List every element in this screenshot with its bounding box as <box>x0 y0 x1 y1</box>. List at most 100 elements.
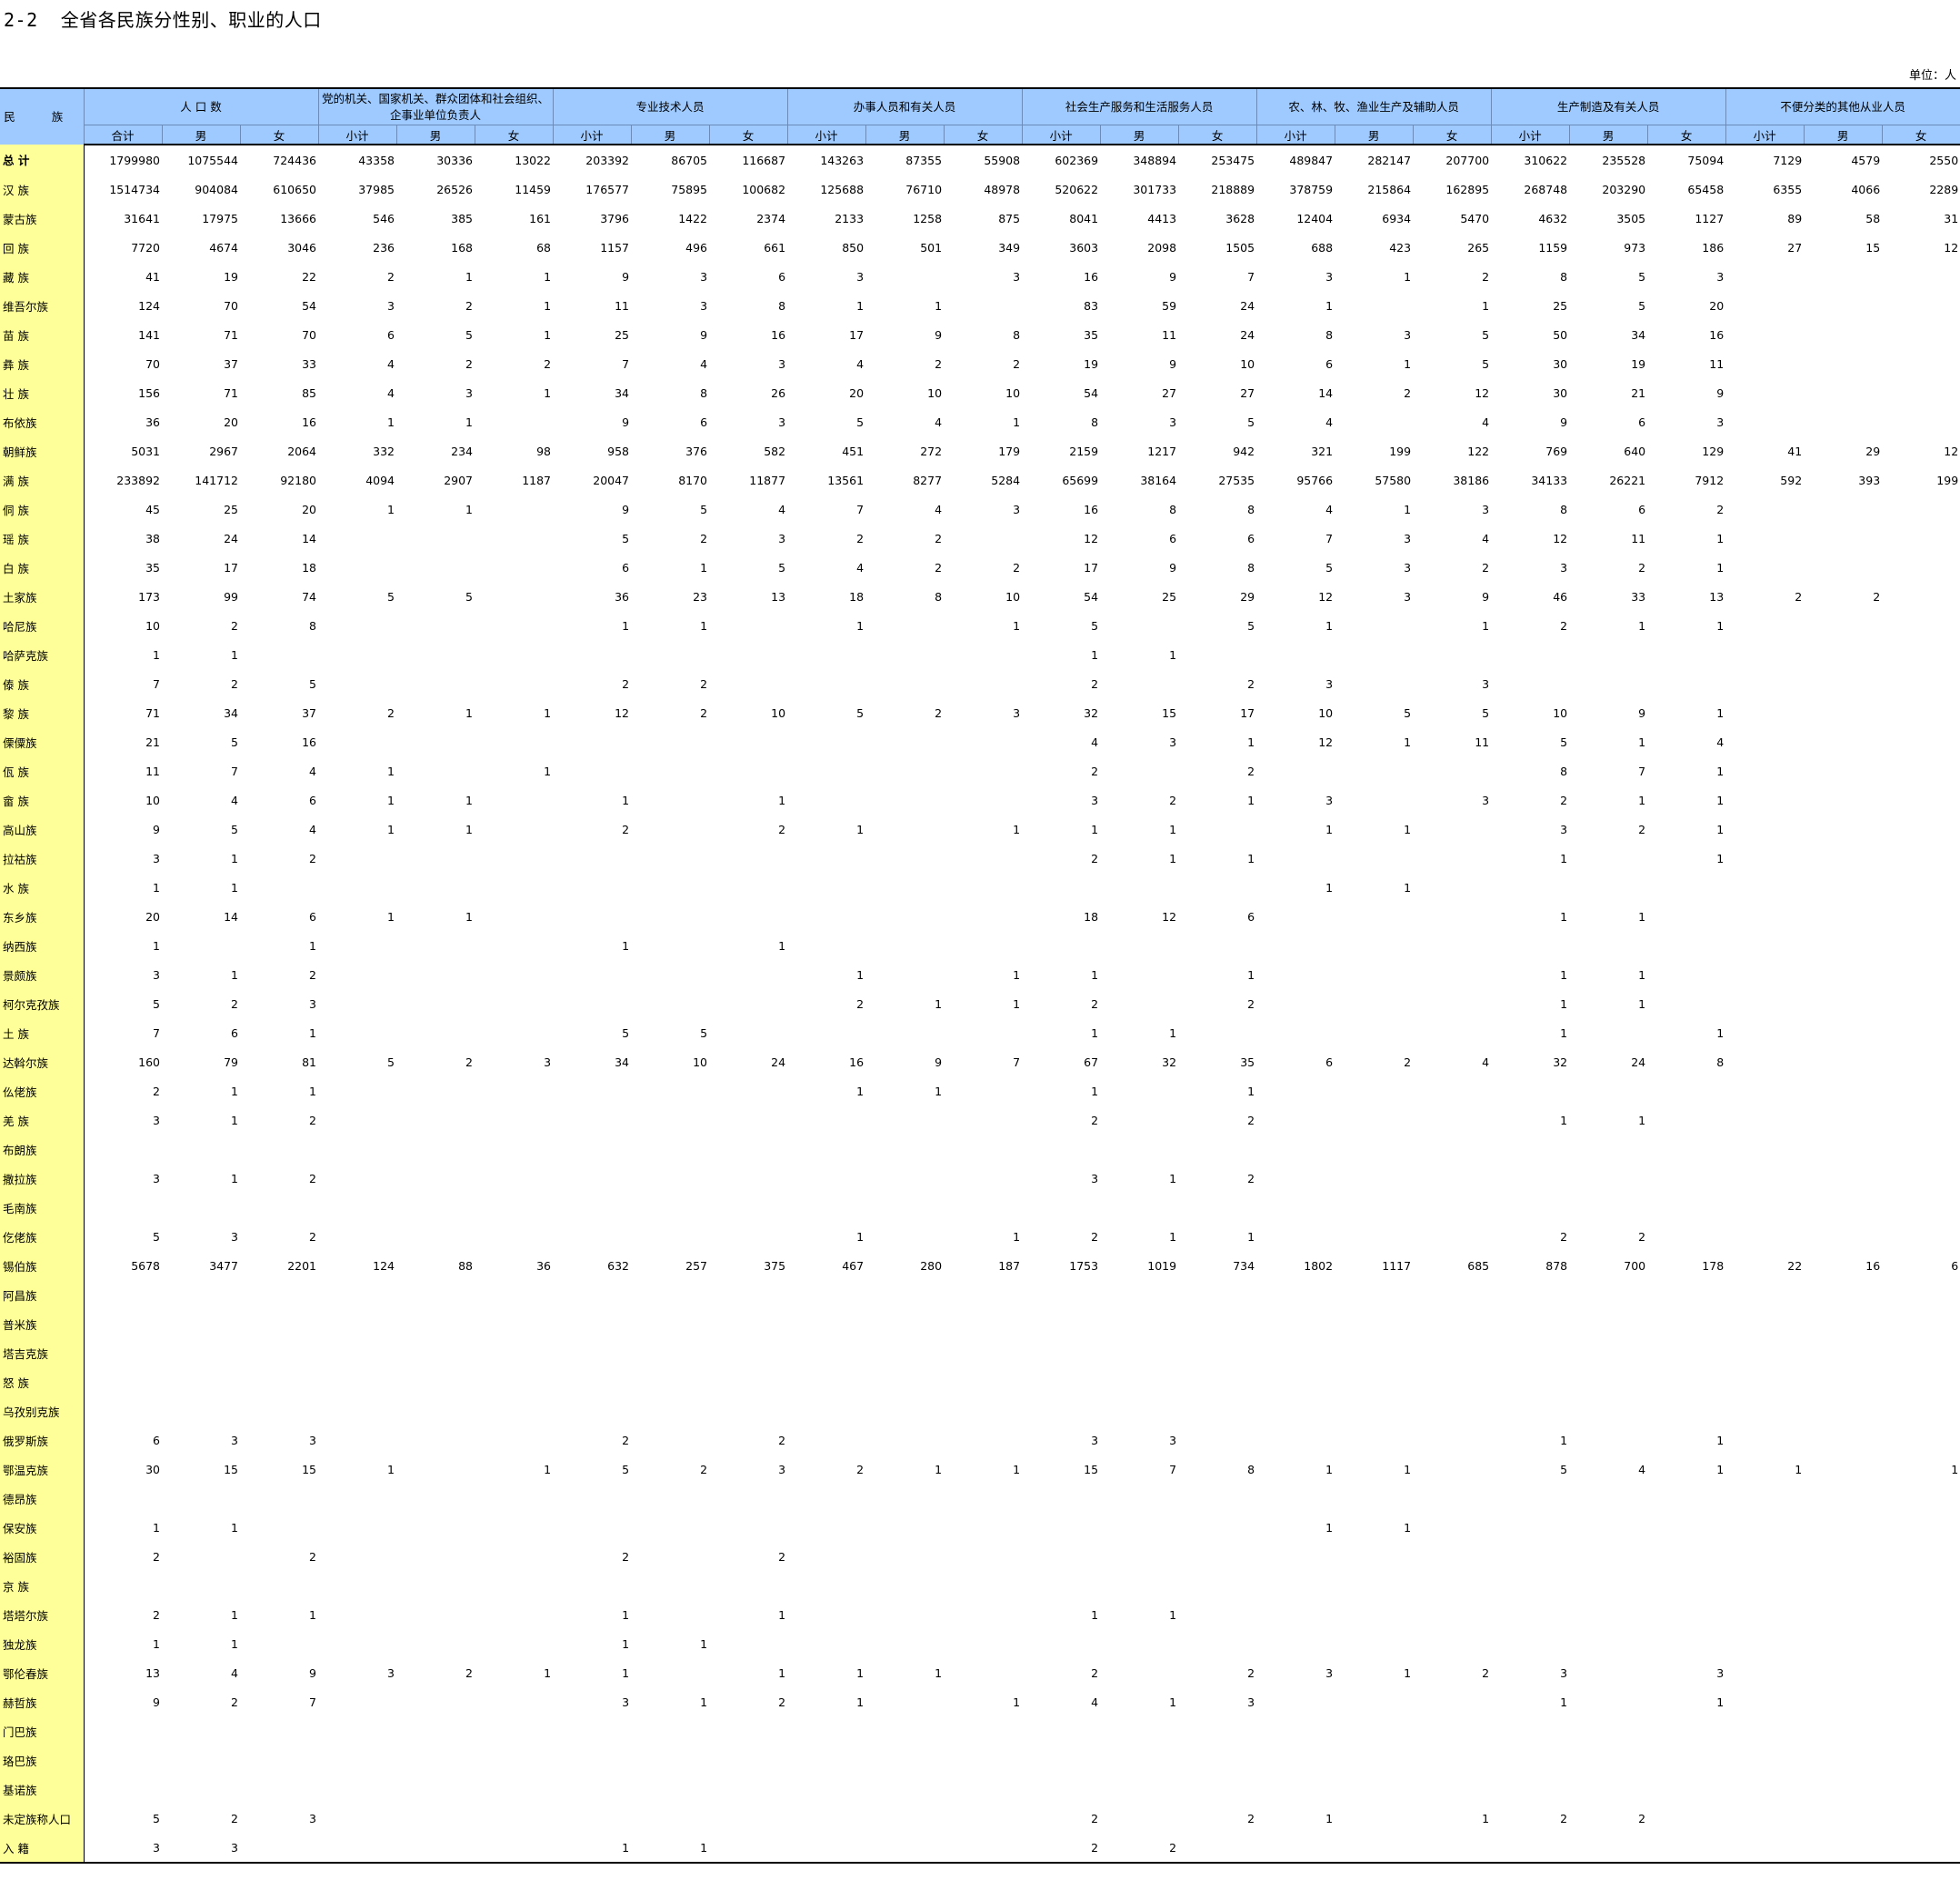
table-cell <box>1882 669 1960 698</box>
table-cell: 1 <box>935 298 943 313</box>
table-cell <box>318 1745 396 1775</box>
table-cell: 3 <box>231 1433 238 1447</box>
table-cell: 55908 <box>984 153 1021 167</box>
table-cell <box>1256 931 1335 960</box>
table-cell: 6 <box>1247 531 1255 545</box>
table-cell <box>1335 1193 1413 1222</box>
table-cell <box>865 611 944 640</box>
table-cell: 1 <box>856 618 865 633</box>
table-cell <box>1882 1658 1960 1687</box>
table-cell <box>553 1193 631 1222</box>
table-row: 塔吉克族 <box>0 1338 1960 1367</box>
table-cell: 1 <box>1169 1229 1177 1244</box>
table-cell: 700 <box>1624 1258 1646 1273</box>
table-cell <box>475 407 553 436</box>
table-cell <box>396 1571 475 1600</box>
table-cell: 2 <box>153 1607 160 1622</box>
table-cell <box>1804 669 1882 698</box>
table-cell <box>396 1425 475 1455</box>
table-cell: 875 <box>998 211 1021 225</box>
table-cell <box>1569 931 1647 960</box>
table-cell: 2159 <box>1069 444 1099 458</box>
table-cell <box>709 1745 787 1775</box>
table-cell <box>1647 1135 1725 1164</box>
table-cell: 332 <box>373 444 395 458</box>
table-cell <box>1882 553 1960 582</box>
table-cell: 348894 <box>1133 153 1177 167</box>
table-row: 保安族 1 1 1 1 <box>0 1513 1960 1542</box>
table-cell <box>475 1425 553 1455</box>
table-cell: 48978 <box>984 182 1021 196</box>
table-cell <box>553 1309 631 1338</box>
table-cell: 7 <box>856 502 865 516</box>
table-cell: 1 <box>856 1229 865 1244</box>
table-cell: 5470 <box>1460 211 1490 225</box>
table-cell: 1 <box>1638 967 1646 982</box>
table-cell: 199 <box>1936 473 1959 487</box>
table-cell <box>553 1804 631 1833</box>
table-cell: 3 <box>162 1833 240 1864</box>
table-cell <box>1804 844 1882 873</box>
table-cell: 2907 <box>444 473 473 487</box>
table-cell: 1 <box>1560 996 1568 1011</box>
table-cell <box>865 1222 944 1251</box>
table-cell <box>1100 1193 1178 1222</box>
table-cell: 1 <box>1091 1025 1099 1040</box>
table-cell: 1 <box>1404 1665 1412 1680</box>
table-cell <box>1100 1396 1178 1425</box>
sub-header: 男 <box>1100 125 1179 145</box>
table-cell: 68 <box>536 240 552 255</box>
table-row: 白 族 35 17 18 6 1 5 4 2 2 17 9 8 5 3 2 3 2 1 <box>0 553 1960 582</box>
table-cell <box>631 1513 709 1542</box>
table-cell: 143263 <box>820 153 865 167</box>
table-cell <box>240 1629 318 1658</box>
table-cell: 54 <box>1084 589 1099 604</box>
table-cell: 2 <box>700 531 708 545</box>
table-cell <box>396 1542 475 1571</box>
table-cell <box>1804 1076 1882 1105</box>
table-cell <box>944 1367 1022 1396</box>
table-cell: 2 <box>935 531 943 545</box>
table-cell <box>709 1571 787 1600</box>
table-cell <box>240 1280 318 1309</box>
table-cell: 27 <box>1787 240 1803 255</box>
table-cell: 2374 <box>756 211 786 225</box>
table-cell <box>1725 1775 1804 1804</box>
table-cell: 1 <box>231 1084 238 1098</box>
table-cell <box>1178 931 1256 960</box>
table-cell <box>475 553 553 582</box>
table-cell <box>1100 1804 1178 1833</box>
table-cell: 34 <box>615 385 630 400</box>
table-cell <box>1882 1716 1960 1745</box>
table-cell: 5 <box>153 996 160 1011</box>
table-cell: 4413 <box>1147 211 1177 225</box>
table-cell <box>1335 1222 1413 1251</box>
table-cell <box>1569 1833 1648 1864</box>
table-cell: 2 <box>1795 589 1803 604</box>
table-cell <box>1491 1076 1569 1105</box>
table-cell <box>1569 1571 1647 1600</box>
table-cell <box>1178 1484 1256 1513</box>
table-cell: 2 <box>1013 560 1021 575</box>
table-cell <box>84 1745 162 1775</box>
table-cell: 3 <box>544 1055 552 1069</box>
table-cell: 6 <box>1638 415 1646 429</box>
table-cell: 3 <box>309 1433 316 1447</box>
table-cell <box>1491 1338 1569 1367</box>
ethnic-group-name: 白 族 <box>0 553 85 582</box>
table-cell <box>631 1716 709 1745</box>
table-cell: 4579 <box>1851 153 1881 167</box>
table-cell: 1 <box>1716 1462 1725 1476</box>
table-cell <box>709 640 787 669</box>
table-cell: 8 <box>309 618 316 633</box>
table-cell <box>1569 1658 1647 1687</box>
table-cell: 1505 <box>1225 240 1255 255</box>
table-cell <box>1647 1571 1725 1600</box>
table-cell: 2 <box>231 996 238 1011</box>
table-cell <box>475 815 553 844</box>
table-cell <box>553 1135 631 1164</box>
table-cell: 2 <box>856 1462 865 1476</box>
table-cell: 7 <box>153 676 160 691</box>
table-cell: 3 <box>1325 676 1334 691</box>
table-cell: 1 <box>622 1636 630 1651</box>
